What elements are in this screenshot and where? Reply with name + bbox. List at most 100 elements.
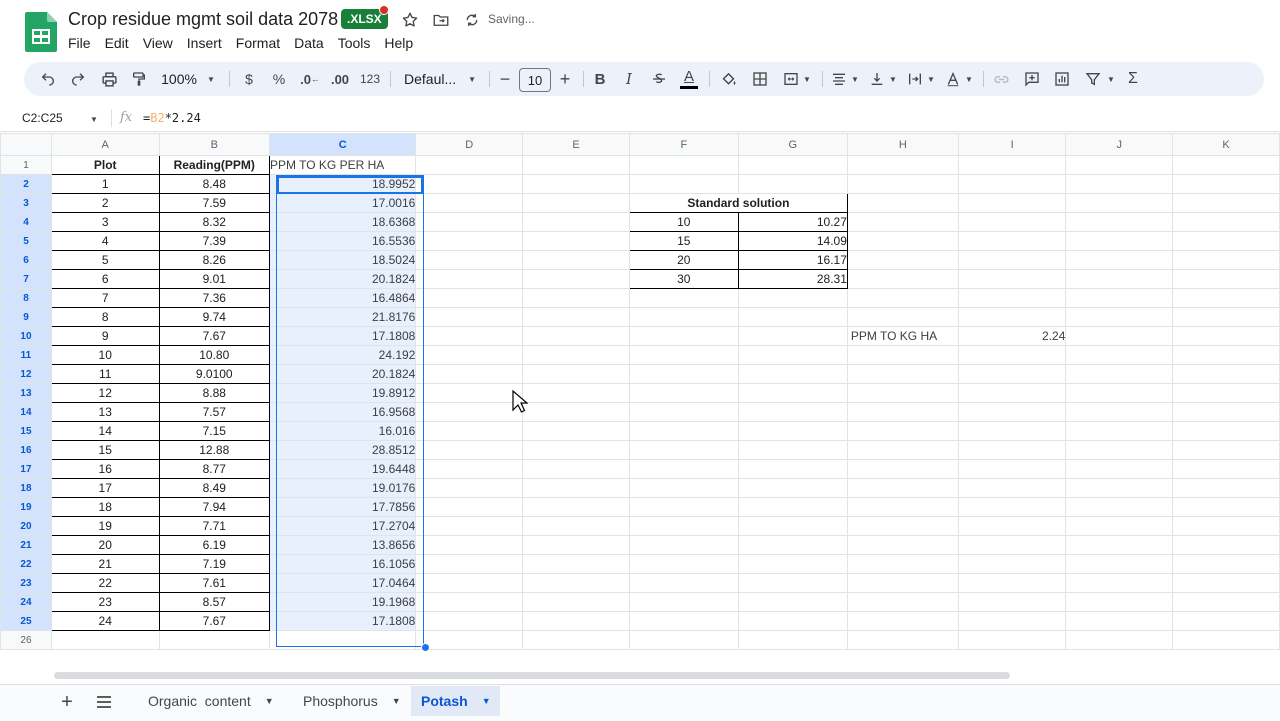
cell-j2[interactable] [1065,174,1174,194]
row-header[interactable]: 9 [0,307,52,327]
cell-h8[interactable] [846,288,959,308]
cell-a26[interactable] [50,630,160,650]
cell-d9[interactable] [415,307,524,327]
cell-i20[interactable] [957,516,1067,536]
cell-c8[interactable]: 16.4864 [268,288,417,308]
cell-a24[interactable]: 23 [50,592,160,612]
cell-a18[interactable]: 17 [50,478,160,498]
cell-f5[interactable]: 15 [628,231,739,251]
standard-solution-title[interactable]: Standard solution [628,193,848,213]
cell-f23[interactable] [628,573,739,593]
cell-a25[interactable]: 24 [50,611,160,631]
cell-g12[interactable] [737,364,848,384]
bold-button[interactable]: B [589,62,611,96]
column-header-a[interactable]: A [50,133,160,156]
cell-f21[interactable] [628,535,739,555]
sheets-logo-icon[interactable] [25,12,57,52]
cell-g15[interactable] [737,421,848,441]
row-header[interactable]: 19 [0,497,52,517]
cell-e12[interactable] [522,364,630,384]
cell-f12[interactable] [628,364,739,384]
cell-h19[interactable] [846,497,959,517]
cell-g17[interactable] [737,459,848,479]
cell-a15[interactable]: 14 [50,421,160,441]
cell-e21[interactable] [522,535,630,555]
cell-h11[interactable] [846,345,959,365]
cell-f4[interactable]: 10 [628,212,739,232]
cell-e24[interactable] [522,592,630,612]
cell-d18[interactable] [415,478,524,498]
cell-a12[interactable]: 11 [50,364,160,384]
cell-b12[interactable]: 9.0100 [158,364,270,384]
cell-d19[interactable] [415,497,524,517]
cell-j19[interactable] [1065,497,1174,517]
cell-e22[interactable] [522,554,630,574]
row-header[interactable]: 18 [0,478,52,498]
cell-d16[interactable] [415,440,524,460]
row-header[interactable]: 14 [0,402,52,422]
cell-c6[interactable]: 18.5024 [268,250,417,270]
insert-chart-icon[interactable] [1050,62,1074,96]
cell-i7[interactable] [957,269,1067,289]
cell-i26[interactable] [957,630,1067,650]
cell-f20[interactable] [628,516,739,536]
cell-i14[interactable] [957,402,1067,422]
chevron-down-icon[interactable]: ▼ [392,696,401,706]
cell-g20[interactable] [737,516,848,536]
column-header-h[interactable]: H [846,133,959,156]
row-header[interactable]: 20 [0,516,52,536]
cell-b10[interactable]: 7.67 [158,326,270,346]
cell-e18[interactable] [522,478,630,498]
cell-b11[interactable]: 10.80 [158,345,270,365]
cell-k2[interactable] [1172,174,1280,194]
cell-f1[interactable] [628,155,739,175]
cell-b8[interactable]: 7.36 [158,288,270,308]
sheet-tab-potash[interactable]: Potash ▼ [411,686,500,716]
cell-j10[interactable] [1065,326,1174,346]
cell-i11[interactable] [957,345,1067,365]
cell-d2[interactable] [415,174,524,194]
cell-i13[interactable] [957,383,1067,403]
cell-c26[interactable] [268,630,417,650]
document-title[interactable]: Crop residue mgmt soil data 2078 [68,9,338,30]
cell-h7[interactable] [846,269,959,289]
cell-grid[interactable]: ABCDEFGHIJK 1 Plot Reading(PPM) PPM TO KG P… [0,133,1280,650]
cell-b5[interactable]: 7.39 [158,231,270,251]
cell-d3[interactable] [415,193,524,213]
cell-f24[interactable] [628,592,739,612]
cell-c24[interactable]: 19.1968 [268,592,417,612]
column-header-c[interactable]: C [268,133,417,156]
cell-e19[interactable] [522,497,630,517]
cell-e8[interactable] [522,288,630,308]
cell-b17[interactable]: 8.77 [158,459,270,479]
cell-g1[interactable] [737,155,848,175]
cell-j4[interactable] [1065,212,1174,232]
cell-a8[interactable]: 7 [50,288,160,308]
cell-k26[interactable] [1172,630,1280,650]
row-header[interactable]: 8 [0,288,52,308]
cell-j25[interactable] [1065,611,1174,631]
cell-b24[interactable]: 8.57 [158,592,270,612]
cell-d25[interactable] [415,611,524,631]
fill-handle[interactable] [421,643,430,652]
cell-h9[interactable] [846,307,959,327]
cell-b13[interactable]: 8.88 [158,383,270,403]
cell-j6[interactable] [1065,250,1174,270]
cell-d22[interactable] [415,554,524,574]
column-header-j[interactable]: J [1065,133,1174,156]
cell-f9[interactable] [628,307,739,327]
cell-j1[interactable] [1065,155,1174,175]
menu-insert[interactable]: Insert [187,33,229,53]
menu-format[interactable]: Format [236,33,287,53]
cell-k16[interactable] [1172,440,1280,460]
print-icon[interactable] [97,62,121,96]
cell-j20[interactable] [1065,516,1174,536]
cell-h15[interactable] [846,421,959,441]
cell-f15[interactable] [628,421,739,441]
cell-k11[interactable] [1172,345,1280,365]
cell-h1[interactable] [846,155,959,175]
cell-e11[interactable] [522,345,630,365]
cell-a1[interactable]: Plot [50,155,160,175]
cell-j18[interactable] [1065,478,1174,498]
menu-tools[interactable]: Tools [338,33,378,53]
